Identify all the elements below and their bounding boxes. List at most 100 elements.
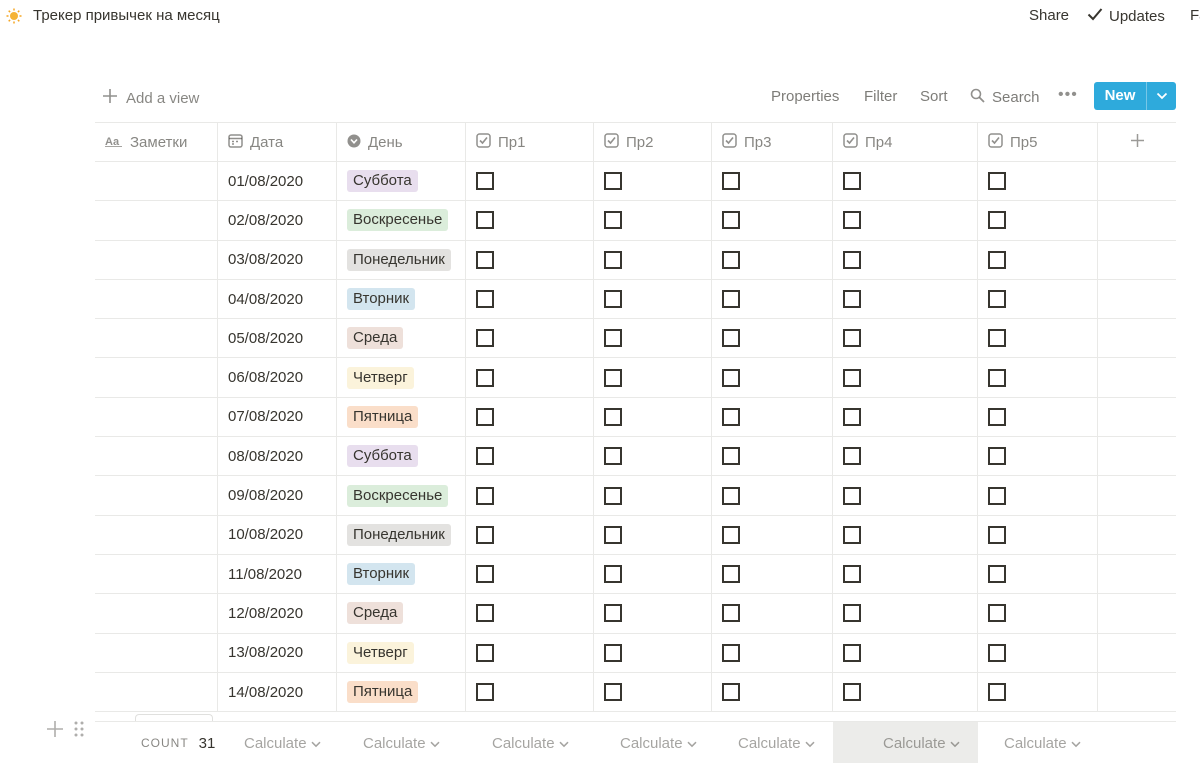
habit-checkbox[interactable] (476, 211, 494, 230)
share-button[interactable]: Share (1029, 7, 1069, 24)
habit-checkbox[interactable] (843, 172, 861, 191)
habit-checkbox[interactable] (843, 329, 861, 348)
day-cell[interactable]: Понедельник (337, 515, 466, 554)
calculate-button[interactable]: Calculate (594, 722, 712, 763)
updates-button[interactable]: Updates (1087, 7, 1165, 25)
habit-checkbox[interactable] (604, 683, 622, 701)
day-cell[interactable]: Четверг (337, 358, 466, 397)
habit-checkbox[interactable] (843, 486, 861, 505)
habit-checkbox[interactable] (843, 290, 861, 309)
day-cell[interactable]: Четверг (337, 633, 466, 672)
habit-checkbox[interactable] (604, 368, 622, 387)
habit-checkbox[interactable] (988, 525, 1006, 544)
notes-cell[interactable] (95, 476, 218, 515)
date-cell[interactable]: 02/08/2020 (218, 201, 337, 240)
calculate-button[interactable]: Calculate (978, 722, 1098, 763)
column-header-5[interactable]: Пр3 (712, 123, 833, 162)
calculate-button[interactable]: Calculate (337, 722, 466, 763)
habit-checkbox[interactable] (604, 211, 622, 230)
habit-checkbox[interactable] (722, 683, 740, 701)
filter-button[interactable]: Filter (864, 88, 897, 105)
habit-checkbox[interactable] (476, 447, 494, 466)
habit-checkbox[interactable] (988, 407, 1006, 426)
date-cell[interactable]: 07/08/2020 (218, 397, 337, 437)
habit-checkbox[interactable] (843, 643, 861, 662)
habit-checkbox[interactable] (604, 290, 622, 309)
habit-checkbox[interactable] (988, 565, 1006, 584)
day-cell[interactable]: Среда (337, 319, 466, 358)
column-header-4[interactable]: Пр2 (594, 123, 712, 162)
habit-checkbox[interactable] (604, 250, 622, 269)
notes-cell[interactable] (95, 515, 218, 554)
date-cell[interactable]: 03/08/2020 (218, 240, 337, 279)
notes-cell[interactable] (95, 397, 218, 437)
habit-checkbox[interactable] (476, 290, 494, 309)
column-header-7[interactable]: Пр5 (978, 123, 1098, 162)
habit-checkbox[interactable] (722, 329, 740, 348)
date-cell[interactable]: 04/08/2020 (218, 279, 337, 319)
date-cell[interactable]: 01/08/2020 (218, 162, 337, 201)
column-header-3[interactable]: Пр1 (466, 123, 594, 162)
habit-checkbox[interactable] (988, 447, 1006, 466)
day-cell[interactable]: Пятница (337, 672, 466, 712)
habit-checkbox[interactable] (476, 329, 494, 348)
notes-cell[interactable] (95, 162, 218, 201)
habit-checkbox[interactable] (988, 329, 1006, 348)
habit-checkbox[interactable] (722, 604, 740, 623)
date-cell[interactable]: 11/08/2020 (218, 554, 337, 594)
habit-checkbox[interactable] (722, 486, 740, 505)
habit-checkbox[interactable] (843, 211, 861, 230)
habit-checkbox[interactable] (722, 290, 740, 309)
habit-checkbox[interactable] (722, 172, 740, 191)
habit-checkbox[interactable] (604, 486, 622, 505)
date-cell[interactable]: 05/08/2020 (218, 319, 337, 358)
day-cell[interactable]: Понедельник (337, 240, 466, 279)
habit-checkbox[interactable] (476, 368, 494, 387)
habit-checkbox[interactable] (722, 407, 740, 426)
habit-checkbox[interactable] (988, 250, 1006, 269)
habit-checkbox[interactable] (476, 643, 494, 662)
column-header-0[interactable]: Aa Заметки (95, 123, 218, 162)
habit-checkbox[interactable] (722, 565, 740, 584)
habit-checkbox[interactable] (476, 604, 494, 623)
properties-button[interactable]: Properties (771, 88, 839, 105)
calculate-button[interactable]: Calculate (833, 722, 978, 763)
page-title[interactable]: Трекер привычек на месяц (33, 7, 220, 24)
sun-icon[interactable] (6, 8, 22, 24)
habit-checkbox[interactable] (988, 643, 1006, 662)
calculate-button[interactable]: Calculate (466, 722, 594, 763)
habit-checkbox[interactable] (988, 368, 1006, 387)
habit-checkbox[interactable] (604, 604, 622, 623)
search-button[interactable]: Search (970, 88, 1040, 107)
notes-cell[interactable] (95, 437, 218, 476)
day-cell[interactable]: Среда (337, 594, 466, 633)
notes-cell[interactable] (95, 672, 218, 712)
habit-checkbox[interactable] (476, 407, 494, 426)
habit-checkbox[interactable] (604, 565, 622, 584)
notes-cell[interactable] (95, 240, 218, 279)
habit-checkbox[interactable] (988, 604, 1006, 623)
calculate-button[interactable]: Calculate (712, 722, 833, 763)
date-cell[interactable]: 09/08/2020 (218, 476, 337, 515)
more-options-icon[interactable]: ••• (1058, 86, 1078, 104)
day-cell[interactable]: Пятница (337, 397, 466, 437)
notes-cell[interactable] (95, 279, 218, 319)
column-header-1[interactable]: Дата (218, 123, 337, 162)
habit-checkbox[interactable] (722, 250, 740, 269)
notes-cell[interactable] (95, 594, 218, 633)
habit-checkbox[interactable] (843, 683, 861, 701)
habit-checkbox[interactable] (722, 643, 740, 662)
date-cell[interactable]: 12/08/2020 (218, 594, 337, 633)
date-cell[interactable]: 06/08/2020 (218, 358, 337, 397)
day-cell[interactable]: Вторник (337, 554, 466, 594)
habit-checkbox[interactable] (843, 565, 861, 584)
date-cell[interactable]: 08/08/2020 (218, 437, 337, 476)
new-button-label[interactable]: New (1094, 82, 1146, 110)
habit-checkbox[interactable] (988, 290, 1006, 309)
new-button[interactable]: New (1094, 82, 1176, 110)
habit-checkbox[interactable] (722, 525, 740, 544)
habit-checkbox[interactable] (843, 407, 861, 426)
add-column-button[interactable] (1098, 123, 1176, 162)
day-cell[interactable]: Воскресенье (337, 476, 466, 515)
habit-checkbox[interactable] (722, 447, 740, 466)
